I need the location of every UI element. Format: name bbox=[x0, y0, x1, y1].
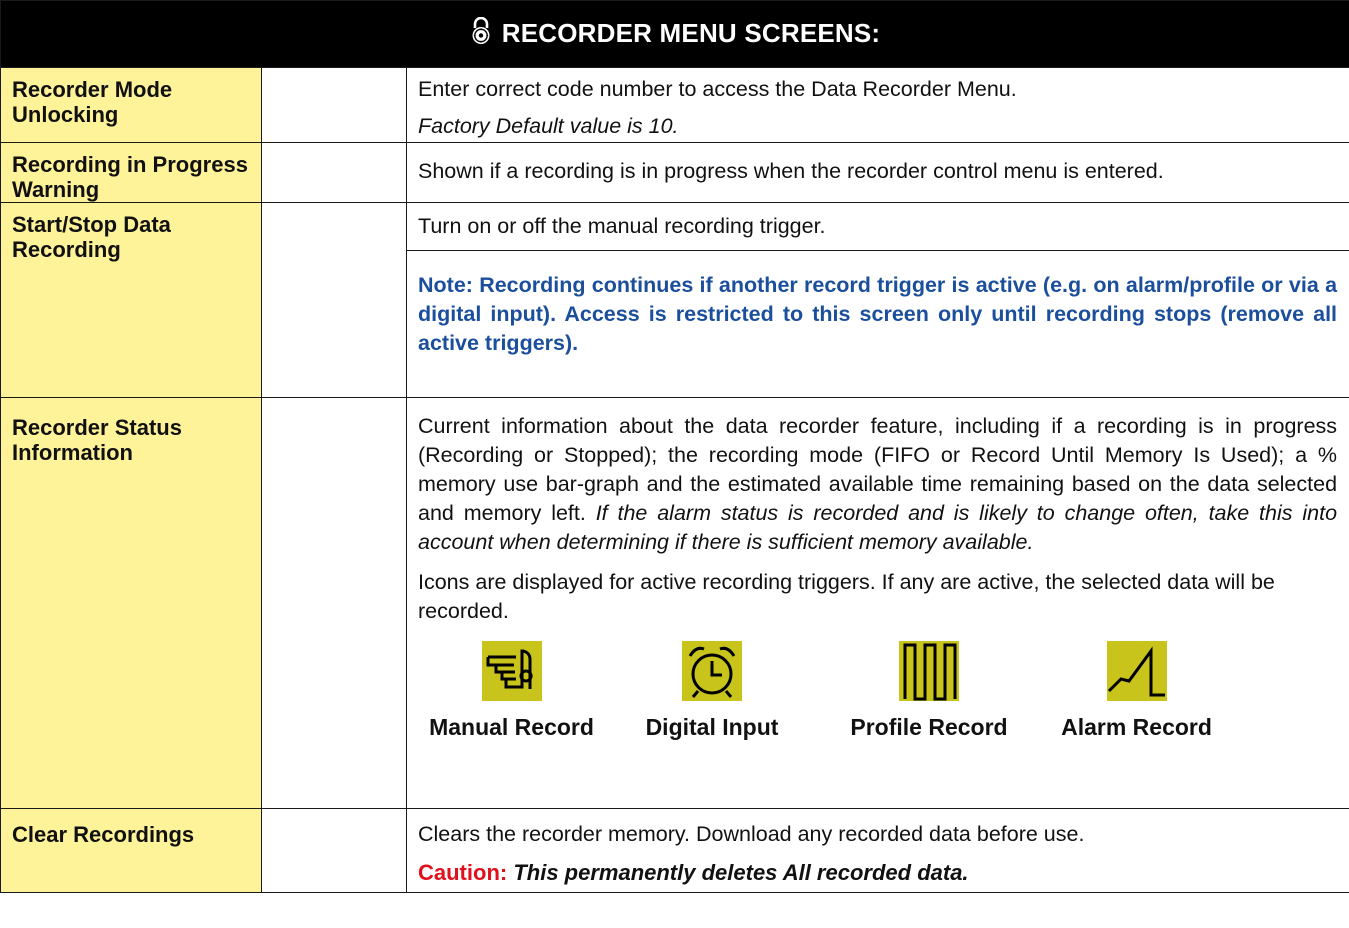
row-label: Clear Recordings bbox=[0, 808, 262, 893]
blank-cell bbox=[261, 142, 407, 203]
icon-label: Digital Input bbox=[645, 714, 779, 740]
table-row: Recorder Mode Unlocking Enter correct co… bbox=[0, 67, 1349, 143]
table-row: Clear Recordings Clears the recorder mem… bbox=[0, 808, 1349, 893]
desc-text: Shown if a recording is in progress when… bbox=[418, 159, 1164, 183]
caution-label: Caution: bbox=[418, 860, 508, 885]
table-header: RECORDER MENU SCREENS: bbox=[0, 0, 1349, 68]
page-title: RECORDER MENU SCREENS: bbox=[501, 17, 881, 48]
blank-cell bbox=[261, 67, 407, 143]
row-description: Shown if a recording is in progress when… bbox=[405, 142, 1349, 203]
default-value-note: Factory Default value is 10. bbox=[418, 114, 679, 138]
row-label: Recorder Status Information bbox=[0, 397, 262, 809]
row-label: Start/Stop Data Recording bbox=[0, 202, 262, 398]
caution-text: This permanently deletes All recorded da… bbox=[513, 860, 969, 885]
blank-cell bbox=[261, 202, 407, 398]
blank-cell bbox=[261, 808, 407, 893]
icon-label: Alarm Record bbox=[1061, 714, 1212, 740]
table-row: Recording in Progress Warning Shown if a… bbox=[0, 142, 1349, 203]
status-description: Current information about the data recor… bbox=[407, 398, 1349, 562]
icons-description: Icons are displayed for active recording… bbox=[418, 570, 1275, 623]
desc-text: Turn on or off the manual recording trig… bbox=[418, 214, 826, 238]
caution-note: Caution: This permanently deletes All re… bbox=[407, 854, 1349, 892]
padlock-icon bbox=[470, 16, 492, 52]
row-description: Enter correct code number to access the … bbox=[405, 67, 1349, 143]
icon-label: Manual Record bbox=[429, 714, 594, 740]
trigger-profile: Profile Record bbox=[809, 641, 1049, 741]
row-description: Turn on or off the manual recording trig… bbox=[405, 202, 1349, 398]
trigger-digital-input: Digital Input bbox=[615, 641, 809, 741]
digital-input-clock-icon bbox=[682, 641, 742, 701]
alarm-record-icon bbox=[1106, 641, 1167, 701]
row-label: Recorder Mode Unlocking bbox=[0, 67, 262, 143]
trigger-manual: Manual Record bbox=[408, 641, 615, 741]
icon-label: Profile Record bbox=[850, 714, 1008, 740]
row-label: Recording in Progress Warning bbox=[0, 142, 262, 203]
trigger-alarm: Alarm Record bbox=[1049, 641, 1224, 741]
blank-cell bbox=[261, 397, 407, 809]
row-description: Clears the recorder memory. Download any… bbox=[405, 808, 1349, 893]
table-row: Recorder Status Information Current info… bbox=[0, 397, 1349, 809]
header-row: RECORDER MENU SCREENS: bbox=[0, 0, 1349, 68]
trigger-icons: Manual Record Digital Input Profile Reco… bbox=[407, 631, 1349, 741]
desc-text: Clears the recorder memory. Download any… bbox=[418, 822, 1085, 846]
profile-record-icon bbox=[899, 641, 959, 701]
recorder-menu-table: RECORDER MENU SCREENS: Recorder Mode Unl… bbox=[0, 0, 1349, 893]
desc-text: Enter correct code number to access the … bbox=[418, 77, 1017, 101]
recorder-menu-sheet: RECORDER MENU SCREENS: Recorder Mode Unl… bbox=[0, 0, 1349, 928]
recording-note: Note: Recording continues if another rec… bbox=[407, 250, 1349, 363]
manual-record-icon bbox=[481, 641, 542, 701]
table-row: Start/Stop Data Recording Turn on or off… bbox=[0, 202, 1349, 398]
row-description: Current information about the data recor… bbox=[405, 397, 1349, 809]
